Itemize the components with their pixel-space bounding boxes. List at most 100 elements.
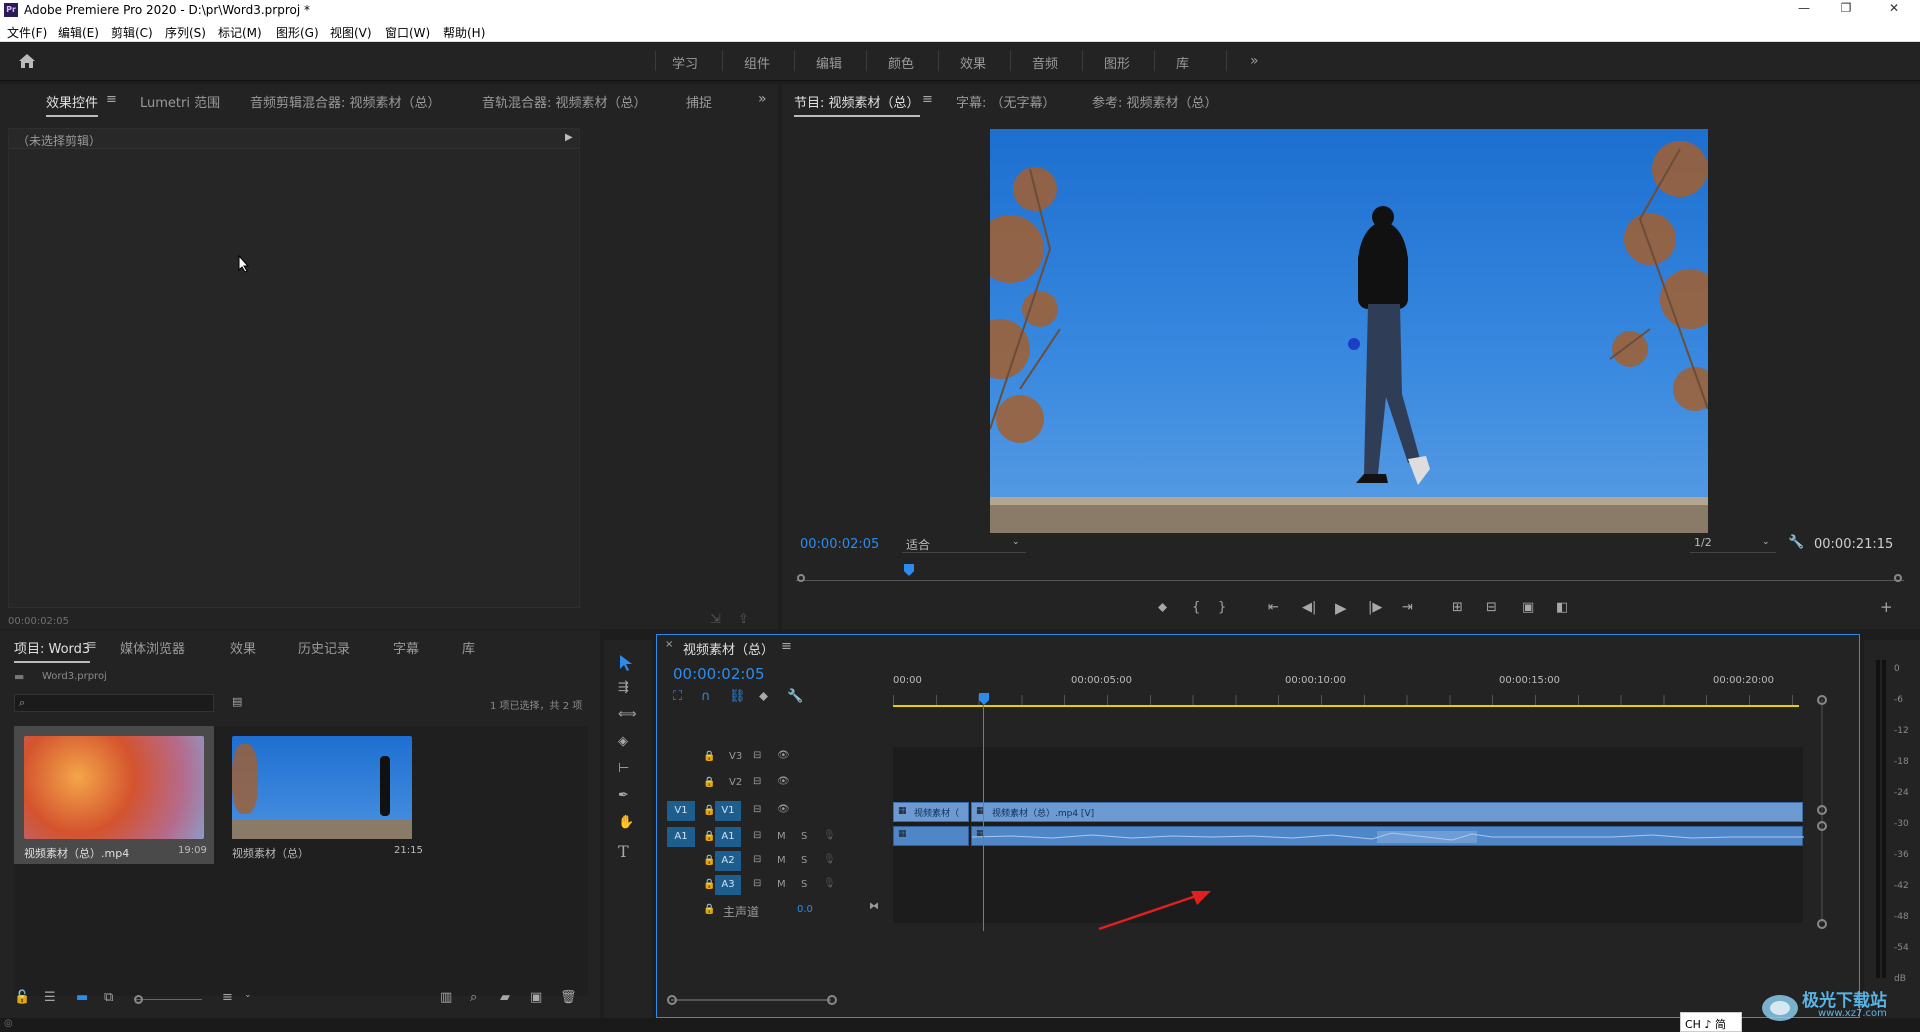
tab-libraries[interactable]: 库 bbox=[462, 638, 475, 657]
automate-to-sequence-icon[interactable]: ▥ bbox=[440, 990, 452, 1005]
tab-effect-controls[interactable]: 效果控件 bbox=[46, 92, 99, 117]
trash-icon[interactable]: 🗑 bbox=[560, 990, 577, 1005]
track-target-a2[interactable]: A2 bbox=[715, 851, 741, 871]
resolution-dropdown[interactable]: 1/2 ⌄ bbox=[1690, 535, 1776, 553]
new-bin-from-search-icon[interactable]: ▤ bbox=[232, 695, 242, 708]
project-search-input[interactable]: ⌕ bbox=[14, 694, 214, 712]
razor-tool-icon[interactable]: ◈ bbox=[618, 734, 628, 749]
menu-clip[interactable]: 剪辑(C) bbox=[111, 24, 153, 41]
camera-icon[interactable]: ▣ bbox=[1522, 600, 1534, 615]
step-back-icon[interactable]: ◀| bbox=[1302, 600, 1316, 615]
voiceover-mic-icon[interactable]: 🎙 bbox=[823, 878, 836, 889]
tab-effects[interactable]: 效果 bbox=[230, 638, 256, 657]
more-workspaces-icon[interactable]: » bbox=[1250, 53, 1259, 69]
add-marker-icon[interactable]: ⬥ bbox=[759, 689, 768, 704]
audio-clip[interactable]: ▦ bbox=[971, 826, 1804, 846]
add-button-icon[interactable]: + bbox=[1880, 598, 1893, 616]
track-select-tool-icon[interactable]: ⇶ bbox=[618, 680, 629, 695]
menu-sequence[interactable]: 序列(S) bbox=[165, 24, 206, 41]
track-target-a1[interactable]: A1 bbox=[715, 827, 741, 847]
project-item-selected[interactable]: 视频素材（总）.mp4 19:09 bbox=[14, 726, 214, 864]
lock-icon[interactable]: 🔒 bbox=[703, 879, 715, 890]
workspace-editing[interactable]: 编辑 bbox=[816, 53, 842, 72]
restore-button[interactable]: ❐ bbox=[1836, 1, 1856, 19]
tab-audio-track-mixer[interactable]: 音轨混合器: 视频素材（总） bbox=[482, 92, 647, 111]
tab-captions-browser[interactable]: 字幕 bbox=[393, 638, 419, 657]
workspace-effects[interactable]: 效果 bbox=[960, 53, 986, 72]
ripple-edit-tool-icon[interactable]: ⟺ bbox=[618, 707, 637, 722]
monitor-menu-icon[interactable]: ≡ bbox=[922, 92, 933, 107]
sync-lock-icon[interactable]: ⊟ bbox=[753, 878, 761, 889]
track-target-v1[interactable]: V1 bbox=[715, 801, 741, 821]
eye-icon[interactable]: 👁 bbox=[777, 776, 790, 787]
workspace-learn[interactable]: 学习 bbox=[672, 53, 698, 72]
eye-icon[interactable]: 👁 bbox=[777, 804, 790, 815]
voiceover-mic-icon[interactable]: 🎙 bbox=[823, 854, 836, 865]
zoom-bar-handle[interactable] bbox=[667, 995, 677, 1005]
ime-indicator[interactable]: CH ♪ 简 bbox=[1680, 1012, 1742, 1032]
workspace-audio[interactable]: 音频 bbox=[1032, 53, 1058, 72]
timeline-zoom-bar[interactable] bbox=[671, 999, 831, 1001]
wrench-icon[interactable]: 🔧 bbox=[1788, 535, 1804, 550]
scroll-handle[interactable] bbox=[1817, 919, 1827, 929]
tab-program[interactable]: 节目: 视频素材（总） bbox=[794, 92, 920, 117]
sort-icon[interactable]: ≡ bbox=[222, 990, 233, 1005]
lock-icon[interactable]: 🔒 bbox=[703, 855, 715, 866]
lock-icon[interactable]: 🔒 bbox=[703, 904, 715, 915]
type-tool-icon[interactable]: T bbox=[618, 842, 629, 861]
nest-sequence-icon[interactable]: ⛶ bbox=[673, 689, 682, 704]
lock-icon[interactable]: 🔓 bbox=[14, 990, 30, 1005]
source-patch-a1[interactable]: A1 bbox=[667, 827, 695, 847]
lock-icon[interactable]: 🔒 bbox=[703, 831, 715, 842]
export-icon[interactable]: ⇪ bbox=[738, 612, 749, 627]
icon-view-icon[interactable]: ▬ bbox=[76, 990, 88, 1005]
timeline-menu-icon[interactable]: ≡ bbox=[781, 639, 792, 654]
panel-menu-icon[interactable]: ≡ bbox=[106, 92, 117, 107]
selection-tool-icon[interactable] bbox=[618, 654, 634, 672]
scroll-handle[interactable] bbox=[1817, 821, 1827, 831]
sync-lock-icon[interactable]: ⊟ bbox=[753, 854, 761, 865]
slip-tool-icon[interactable]: ⊢ bbox=[618, 761, 629, 776]
mute-button[interactable]: M bbox=[777, 831, 786, 842]
step-forward-icon[interactable]: |▶ bbox=[1368, 600, 1382, 615]
go-to-next-edit-icon[interactable]: ⧓ bbox=[869, 901, 879, 912]
solo-button[interactable]: S bbox=[801, 879, 807, 890]
tab-sequence[interactable]: 视频素材（总） bbox=[683, 639, 774, 658]
zoom-slider[interactable] bbox=[136, 999, 202, 1000]
workspace-graphics[interactable]: 图形 bbox=[1104, 53, 1130, 72]
compare-view-icon[interactable]: ◧ bbox=[1556, 600, 1568, 615]
menu-edit[interactable]: 编辑(E) bbox=[58, 24, 99, 41]
snap-icon[interactable]: ∩ bbox=[701, 689, 711, 704]
play-icon[interactable]: ▶ bbox=[1335, 599, 1347, 617]
fit-dropdown[interactable]: 适合 ⌄ bbox=[902, 535, 1026, 553]
tab-reference[interactable]: 参考: 视频素材（总） bbox=[1092, 92, 1218, 111]
source-patch-v1[interactable]: V1 bbox=[667, 801, 695, 821]
linked-selection-icon[interactable]: ⛓ bbox=[729, 689, 746, 704]
go-to-in-icon[interactable]: ⇤ bbox=[1268, 600, 1279, 615]
timeline-settings-wrench-icon[interactable]: 🔧 bbox=[787, 689, 803, 704]
mute-button[interactable]: M bbox=[777, 855, 786, 866]
video-clip[interactable]: ▦ 视频素材（ bbox=[893, 802, 969, 822]
sync-lock-icon[interactable]: ⊟ bbox=[753, 830, 761, 841]
solo-button[interactable]: S bbox=[801, 831, 807, 842]
tab-project[interactable]: 项目: Word3 bbox=[14, 638, 91, 663]
tab-captions[interactable]: 字幕: （无字幕） bbox=[956, 92, 1056, 111]
sync-lock-icon[interactable]: ⊟ bbox=[753, 750, 761, 761]
timeline-timecode[interactable]: 00:00:02:05 bbox=[673, 665, 765, 683]
time-ruler[interactable]: 00:00 00:00:05:00 00:00:10:00 00:00:15:0… bbox=[893, 671, 1803, 713]
list-view-icon[interactable]: ☰ bbox=[44, 990, 56, 1005]
tab-capture[interactable]: 捕捉 bbox=[686, 92, 712, 111]
extract-icon[interactable]: ⊟ bbox=[1486, 600, 1497, 615]
close-tab-icon[interactable]: × bbox=[665, 639, 673, 650]
filter-icon[interactable]: ⇲ bbox=[710, 612, 721, 627]
zoom-bar-handle[interactable] bbox=[827, 995, 837, 1005]
audio-clip[interactable]: ▦ bbox=[893, 826, 969, 846]
eye-icon[interactable]: 👁 bbox=[777, 750, 790, 761]
sync-lock-icon[interactable]: ⊟ bbox=[753, 776, 761, 787]
lock-icon[interactable]: 🔒 bbox=[703, 805, 715, 816]
program-timecode[interactable]: 00:00:02:05 bbox=[800, 537, 879, 552]
track-target-a3[interactable]: A3 bbox=[715, 875, 741, 895]
minimize-button[interactable]: — bbox=[1794, 1, 1814, 19]
mute-button[interactable]: M bbox=[777, 879, 786, 890]
tab-media-browser[interactable]: 媒体浏览器 bbox=[120, 638, 185, 657]
